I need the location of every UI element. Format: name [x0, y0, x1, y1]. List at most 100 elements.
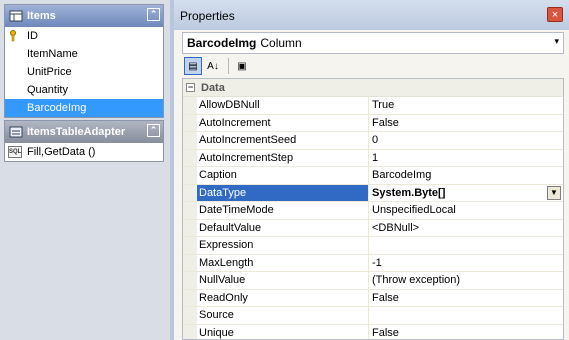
- property-value[interactable]: False: [369, 290, 563, 307]
- table-icon: [9, 9, 23, 23]
- property-row[interactable]: MaxLength -1: [183, 254, 563, 272]
- property-value[interactable]: False: [369, 325, 563, 340]
- property-value[interactable]: UnspecifiedLocal: [369, 202, 563, 219]
- table-column-label: UnitPrice: [27, 66, 72, 78]
- items-table[interactable]: Items ⌃ ID ItemName UnitPrice Quantity Barco…: [4, 4, 164, 118]
- property-value[interactable]: -1: [369, 255, 563, 272]
- property-row[interactable]: DataType System.Byte[] ▼: [183, 184, 563, 202]
- property-row[interactable]: Unique False: [183, 324, 563, 340]
- property-row[interactable]: AutoIncrementSeed 0: [183, 132, 563, 150]
- row-gutter: [183, 289, 197, 306]
- property-name: ReadOnly: [197, 289, 369, 306]
- adapter-icon: [9, 125, 23, 139]
- property-row[interactable]: Source: [183, 307, 563, 325]
- row-gutter: [183, 272, 197, 289]
- property-name: AllowDBNull: [197, 97, 369, 114]
- property-value[interactable]: 1: [369, 150, 563, 167]
- object-selector[interactable]: BarcodeImg Column ▾: [182, 32, 564, 54]
- property-row[interactable]: AutoIncrement False: [183, 114, 563, 132]
- table-adapter[interactable]: ItemsTableAdapter ⌃ SQL Fill,GetData (): [4, 120, 164, 162]
- property-row[interactable]: Caption BarcodeImg: [183, 167, 563, 185]
- collapse-icon[interactable]: ⌃: [147, 8, 160, 21]
- property-row[interactable]: ReadOnly False: [183, 289, 563, 307]
- property-name: Unique: [197, 324, 369, 339]
- row-gutter: [183, 132, 197, 149]
- property-name: Expression: [197, 237, 369, 254]
- property-name: AutoIncrementSeed: [197, 132, 369, 149]
- properties-toolbar: ▤ A↓ ▣: [182, 56, 564, 76]
- row-gutter: [183, 254, 197, 271]
- category-data[interactable]: − Data: [183, 79, 563, 97]
- table-column-row[interactable]: BarcodeImg: [5, 99, 163, 117]
- table-column-label: ItemName: [27, 48, 78, 60]
- items-columns: ID ItemName UnitPrice Quantity BarcodeImg: [5, 27, 163, 117]
- items-table-title: Items: [27, 10, 56, 22]
- row-gutter: [183, 237, 197, 254]
- property-pages-button[interactable]: ▣: [233, 57, 251, 75]
- categorized-button[interactable]: ▤: [184, 57, 202, 75]
- table-column-row[interactable]: ID: [5, 27, 163, 45]
- property-name: AutoIncrementStep: [197, 149, 369, 166]
- table-column-label: ID: [27, 30, 38, 42]
- object-name: BarcodeImg: [187, 36, 257, 50]
- chevron-down-icon[interactable]: ▾: [554, 36, 559, 47]
- property-row[interactable]: DefaultValue <DBNull>: [183, 219, 563, 237]
- table-column-row[interactable]: Quantity: [5, 81, 163, 99]
- property-value-text: False: [372, 326, 399, 339]
- property-value-text: 1: [372, 151, 379, 164]
- property-value[interactable]: BarcodeImg: [369, 167, 563, 184]
- sql-query-icon: SQL: [8, 146, 22, 158]
- table-column-row[interactable]: ItemName: [5, 45, 163, 63]
- property-value-text: True: [372, 99, 395, 112]
- property-value-text: UnspecifiedLocal: [372, 204, 456, 217]
- property-row[interactable]: AllowDBNull True: [183, 97, 563, 115]
- close-button[interactable]: ×: [547, 7, 563, 22]
- property-row[interactable]: Expression: [183, 237, 563, 255]
- property-value[interactable]: True: [369, 97, 563, 114]
- property-rows: AllowDBNull True AutoIncrement False AutoInc…: [183, 97, 563, 340]
- property-value[interactable]: False: [369, 115, 563, 132]
- property-name: DataType: [197, 184, 369, 201]
- dataset-designer: Items ⌃ ID ItemName UnitPrice Quantity Barco…: [0, 0, 170, 340]
- property-row[interactable]: DateTimeMode UnspecifiedLocal: [183, 202, 563, 220]
- table-column-row[interactable]: UnitPrice: [5, 63, 163, 81]
- property-value[interactable]: (Throw exception): [369, 272, 563, 289]
- property-value[interactable]: <DBNull>: [369, 220, 563, 237]
- property-name: AutoIncrement: [197, 114, 369, 131]
- row-gutter: [183, 167, 197, 184]
- items-table-header[interactable]: Items ⌃: [5, 5, 163, 27]
- collapse-icon[interactable]: ⌃: [147, 124, 160, 137]
- properties-titlebar[interactable]: Properties ×: [174, 0, 569, 30]
- property-value-text: System.Byte[]: [372, 186, 446, 199]
- alphabetical-button[interactable]: A↓: [204, 57, 222, 75]
- table-adapter-header[interactable]: ItemsTableAdapter ⌃: [5, 121, 163, 143]
- property-name: Source: [197, 307, 369, 324]
- property-name: Caption: [197, 167, 369, 184]
- row-gutter: [183, 202, 197, 219]
- property-value[interactable]: [369, 237, 563, 254]
- table-column-label: BarcodeImg: [27, 102, 87, 114]
- toolbar-separator: [228, 58, 229, 74]
- row-gutter: [183, 149, 197, 166]
- property-value-text: 0: [372, 134, 379, 147]
- collapse-category-icon[interactable]: −: [186, 83, 195, 92]
- primary-key-icon: [9, 30, 17, 42]
- property-value[interactable]: System.Byte[] ▼: [369, 185, 563, 202]
- row-gutter: [183, 324, 197, 339]
- property-value-text: False: [372, 116, 399, 129]
- property-value-text: BarcodeImg: [372, 169, 432, 182]
- value-dropdown-icon[interactable]: ▼: [547, 185, 561, 200]
- property-name: DefaultValue: [197, 219, 369, 236]
- property-row[interactable]: NullValue (Throw exception): [183, 272, 563, 290]
- property-value-text: (Throw exception): [372, 274, 461, 287]
- property-value[interactable]: 0: [369, 132, 563, 149]
- table-adapter-title: ItemsTableAdapter: [27, 126, 126, 138]
- properties-title: Properties: [180, 9, 235, 23]
- property-row[interactable]: AutoIncrementStep 1: [183, 149, 563, 167]
- row-gutter: [183, 114, 197, 131]
- object-type: Column: [260, 36, 302, 50]
- property-value[interactable]: [369, 307, 563, 324]
- properties-window: Properties × BarcodeImg Column ▾ ▤ A↓ ▣ …: [170, 0, 569, 340]
- row-gutter: [183, 219, 197, 236]
- adapter-method-row[interactable]: SQL Fill,GetData (): [5, 143, 163, 161]
